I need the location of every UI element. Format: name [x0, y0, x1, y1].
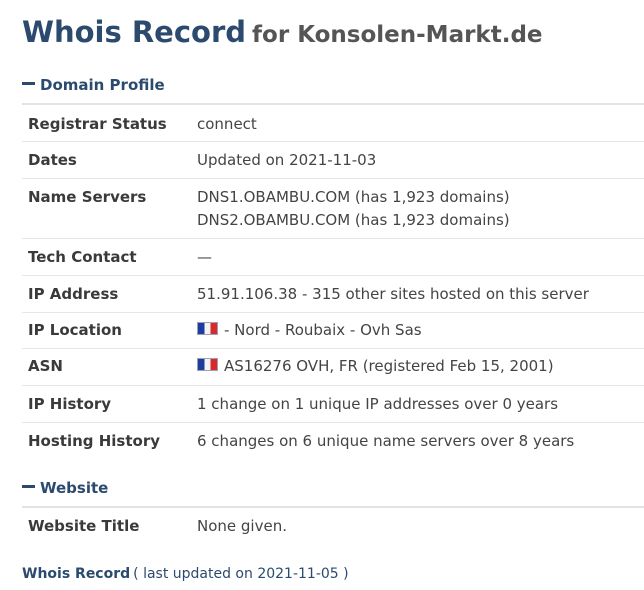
name-server-1: DNS1.OBAMBU.COM (has 1,923 domains) — [197, 188, 510, 206]
row-value-ip-location: - Nord - Roubaix - Ovh Sas — [197, 321, 422, 339]
section-toggle-domain-profile[interactable]: Domain Profile — [22, 75, 165, 95]
table-row-name-servers: Name Servers DNS1.OBAMBU.COM (has 1,923 … — [22, 179, 644, 239]
france-flag-icon — [197, 358, 218, 371]
row-label: Name Servers — [28, 188, 147, 206]
table-row-tech-contact: Tech Contact — — [22, 239, 644, 276]
row-label: ASN — [28, 357, 63, 375]
row-value: connect — [197, 115, 257, 133]
footer-title: Whois Record — [22, 566, 131, 582]
row-label: Website Title — [28, 517, 140, 535]
whois-page: Whois Record for Konsolen-Markt.de Domain… — [0, 0, 644, 590]
footer: Whois Record( last updated on 2021-11-05… — [22, 564, 349, 584]
section-heading-domain-profile: Domain Profile — [40, 76, 165, 94]
row-label: IP Address — [28, 285, 119, 303]
ip-location-text: - Nord - Roubaix - Ovh Sas — [224, 321, 422, 339]
asn-text: AS16276 OVH, FR (registered Feb 15, 2001… — [224, 357, 554, 375]
section-toggle-website[interactable]: Website — [22, 478, 108, 498]
row-value: None given. — [197, 517, 287, 535]
footer-last-updated: ( last updated on 2021-11-05 ) — [133, 566, 349, 582]
page-title-domain: for Konsolen-Markt.de — [252, 22, 543, 48]
row-value: 6 changes on 6 unique name servers over … — [197, 432, 575, 450]
row-value: Updated on 2021-11-03 — [197, 151, 377, 169]
page-title: Whois Record for Konsolen-Markt.de — [22, 12, 543, 57]
row-label: IP Location — [28, 321, 122, 339]
table-row-ip-address: IP Address 51.91.106.38 - 315 other site… — [22, 276, 644, 313]
row-value: 51.91.106.38 - 315 other sites hosted on… — [197, 285, 589, 303]
row-label: Hosting History — [28, 432, 161, 450]
france-flag-icon — [197, 322, 218, 335]
table-row-asn: ASN AS16276 OVH, FR (registered Feb 15, … — [22, 349, 644, 386]
table-row-hosting-history: Hosting History 6 changes on 6 unique na… — [22, 423, 644, 461]
table-row-website-title: Website Title None given. — [22, 508, 644, 544]
table-row-ip-history: IP History 1 change on 1 unique IP addre… — [22, 386, 644, 423]
row-value: 1 change on 1 unique IP addresses over 0… — [197, 395, 559, 413]
row-label: Tech Contact — [28, 248, 137, 266]
table-row-ip-location: IP Location - Nord - Roubaix - Ovh Sas — [22, 313, 644, 349]
table-row-dates: Dates Updated on 2021-11-03 — [22, 142, 644, 179]
collapse-icon — [22, 485, 35, 488]
section-heading-website: Website — [40, 479, 109, 497]
collapse-icon — [22, 82, 35, 85]
name-server-2: DNS2.OBAMBU.COM (has 1,923 domains) — [197, 211, 510, 229]
row-value: — — [197, 248, 212, 266]
table-row-registrar-status: Registrar Status connect — [22, 105, 644, 142]
page-title-main: Whois Record — [22, 15, 247, 49]
row-label: Registrar Status — [28, 115, 167, 133]
row-value-asn: AS16276 OVH, FR (registered Feb 15, 2001… — [197, 357, 554, 375]
row-label: IP History — [28, 395, 112, 413]
row-label: Dates — [28, 151, 77, 169]
